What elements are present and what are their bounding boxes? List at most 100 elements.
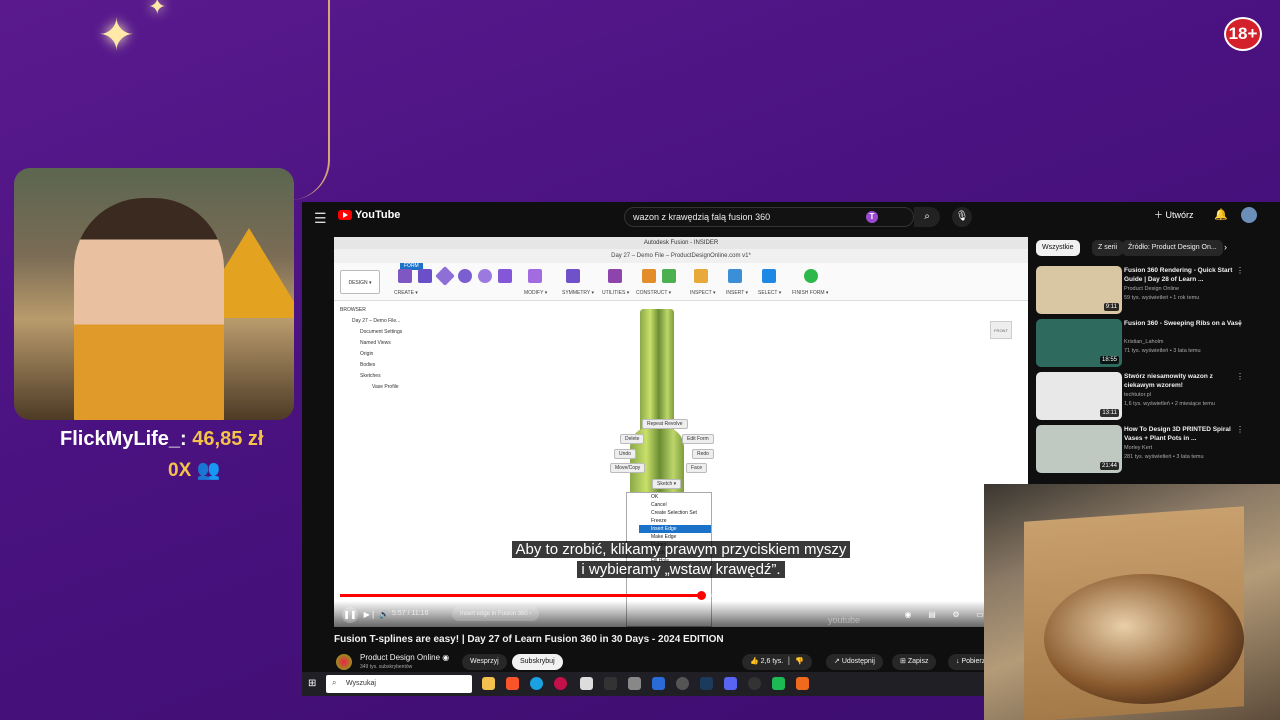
chapter-button[interactable]: Insert edge in Fusion 360 › [452, 607, 540, 621]
more-options-icon[interactable]: ⋮ [1236, 266, 1244, 275]
edge-icon[interactable] [530, 677, 543, 690]
channel-name[interactable]: Product Design Online ◉ [360, 653, 449, 662]
app-icon[interactable] [676, 677, 689, 690]
app-icon[interactable] [628, 677, 641, 690]
account-avatar[interactable] [1241, 207, 1257, 223]
search-icon: ⌕ [332, 678, 337, 687]
design-dropdown: DESIGN ▾ [340, 270, 380, 294]
construct-icon [642, 269, 656, 283]
video-duration: 13:11 [1100, 409, 1119, 417]
microphone-icon[interactable]: 🎙 [952, 207, 972, 227]
recommendation-title[interactable]: Stwórz niesamowity wazon z ciekawym wzor… [1124, 372, 1242, 390]
fusion-title-bar: Autodesk Fusion - INSIDER [334, 237, 1028, 249]
toolbar-group-label: INSPECT ▾ [690, 290, 716, 296]
video-player[interactable]: Autodesk Fusion - INSIDER Day 27 – Demo … [334, 237, 1028, 627]
app-icon[interactable] [652, 677, 665, 690]
file-explorer-icon[interactable] [482, 677, 495, 690]
video-thumbnail[interactable]: 9:11 [1036, 266, 1122, 314]
recommendation-channel[interactable]: Product Design Online [1124, 286, 1179, 292]
toolbar-group-label: CONSTRUCT ▾ [636, 290, 672, 296]
chip-series[interactable]: Z serii [1092, 240, 1124, 256]
progress-bar[interactable] [340, 591, 1022, 600]
fusion-file-tab: Day 27 – Demo File – ProductDesignOnline… [334, 249, 1028, 263]
chevron-right-icon[interactable]: › [1224, 242, 1227, 252]
extension-icon[interactable]: T [866, 211, 878, 223]
spotify-icon[interactable] [772, 677, 785, 690]
recommendation-title[interactable]: Fusion 360 Rendering - Quick Start Guide… [1124, 266, 1242, 284]
torus-icon [498, 269, 512, 283]
epic-games-icon[interactable] [604, 677, 617, 690]
toolbar-group-label: INSERT ▾ [726, 290, 749, 296]
thumbs-down-icon: 👎 [795, 658, 805, 665]
browser-panel: BROWSER Day 27 – Demo File... Document Se… [340, 305, 470, 405]
like-button[interactable]: 👍 2,6 tys. │ 👎 [742, 654, 813, 670]
pause-icon[interactable]: ❚❚ [342, 607, 358, 623]
share-button[interactable]: ↗ Udostępnij [826, 654, 883, 670]
windows-start-icon[interactable]: ⊞ [308, 678, 316, 689]
recommendation-item[interactable]: 21:44 How To Design 3D PRINTED Spiral Vas… [1036, 425, 1266, 473]
video-thumbnail[interactable]: 18:55 [1036, 319, 1122, 367]
browser-item: Origin [360, 351, 374, 357]
save-button[interactable]: ⊞ Zapisz [892, 654, 937, 670]
chip-all[interactable]: Wszystkie [1036, 240, 1080, 256]
brave-icon[interactable] [506, 677, 519, 690]
more-options-icon[interactable]: ⋮ [1236, 372, 1244, 381]
toolbar-group-label: UTILITIES ▾ [602, 290, 630, 296]
modify-icon [528, 269, 542, 283]
recommendation-channel[interactable]: techtutor.pl [1124, 392, 1151, 398]
settings-icon[interactable]: ⚙ [948, 607, 964, 623]
star-icon: ✦ [98, 11, 135, 60]
autoplay-icon[interactable]: ◉ [900, 607, 916, 623]
join-button[interactable]: Wesprzyj [462, 654, 507, 670]
app-icon[interactable] [580, 677, 593, 690]
more-options-icon[interactable]: ⋮ [1236, 319, 1244, 328]
download-icon: ↓ [956, 658, 960, 665]
opera-icon[interactable] [554, 677, 567, 690]
subscriber-count: 349 tys. subskrybentów [360, 664, 413, 670]
subtitles: Aby to zrobić, klikamy prawym przyciskie… [334, 540, 1028, 580]
menu-icon[interactable]: ☰ [314, 210, 327, 227]
search-icon[interactable]: ⌕ [914, 207, 940, 227]
obs-icon[interactable] [748, 677, 761, 690]
bell-icon[interactable]: 🔔 [1214, 208, 1228, 221]
browser-item: Document Settings [360, 329, 403, 335]
recommendation-item[interactable]: 9:11 Fusion 360 Rendering - Quick Start G… [1036, 266, 1266, 314]
taskbar-search[interactable]: Wyszukaj [326, 675, 472, 693]
chip-source[interactable]: Źródło: Product Design On... [1122, 240, 1223, 256]
discord-icon[interactable] [724, 677, 737, 690]
star-icon: ✦ [148, 0, 167, 19]
subtitles-icon[interactable]: ▤ [924, 607, 940, 623]
video-duration: 18:55 [1099, 356, 1119, 364]
cat [1044, 574, 1244, 704]
verified-icon: ◉ [442, 653, 450, 662]
recommendation-channel[interactable]: Morley Kert [1124, 445, 1152, 451]
video-thumbnail[interactable]: 21:44 [1036, 425, 1122, 473]
marking-menu-item: Delete [620, 434, 645, 444]
toolbar-group-label: MODIFY ▾ [524, 290, 548, 296]
recommendation-item[interactable]: 18:55 Fusion 360 - Sweeping Ribs on a Vas… [1036, 319, 1266, 367]
recommendation-title[interactable]: Fusion 360 - Sweeping Ribs on a Vase [1124, 319, 1242, 328]
video-thumbnail[interactable]: 13:11 [1036, 372, 1122, 420]
create-button[interactable]: ＋ Utwórz [1154, 208, 1194, 221]
browser-header: BROWSER [340, 307, 366, 313]
box-icon [418, 269, 432, 283]
fusion-icon[interactable] [796, 677, 809, 690]
toolbar-group-label: CREATE ▾ [394, 290, 418, 296]
time-display: 5:57 / 11:16 [392, 610, 429, 617]
steam-icon[interactable] [700, 677, 713, 690]
channel-avatar[interactable] [336, 654, 352, 670]
fusion-toolbar: DESIGN ▾ FORM CREATE ▾ MODIFY ▾ SYMMETRY ▾… [334, 263, 1028, 301]
recommendation-title[interactable]: How To Design 3D PRINTED Spiral Vases + … [1124, 425, 1242, 443]
subscribe-button[interactable]: Subskrybuj [512, 654, 563, 670]
youtube-watermark: youtube [828, 615, 861, 625]
sphere-icon [478, 269, 492, 283]
context-menu-item: Freeze [651, 518, 667, 524]
recommendation-meta: 1,6 tys. wyświetleń • 2 miesiące temu [1124, 401, 1215, 407]
more-options-icon[interactable]: ⋮ [1236, 425, 1244, 434]
volume-icon[interactable]: 🔊 [376, 607, 392, 623]
recommendation-item[interactable]: 13:11 Stwórz niesamowity wazon z ciekawym… [1036, 372, 1266, 420]
youtube-logo[interactable]: YouTube [338, 209, 400, 221]
player-controls: ❚❚ ▶❘ 🔊 5:57 / 11:16 Insert edge in Fusi… [334, 601, 1028, 627]
context-menu-item: Insert Edge [639, 525, 711, 533]
recommendation-channel[interactable]: Kristian_Laholm [1124, 339, 1163, 345]
